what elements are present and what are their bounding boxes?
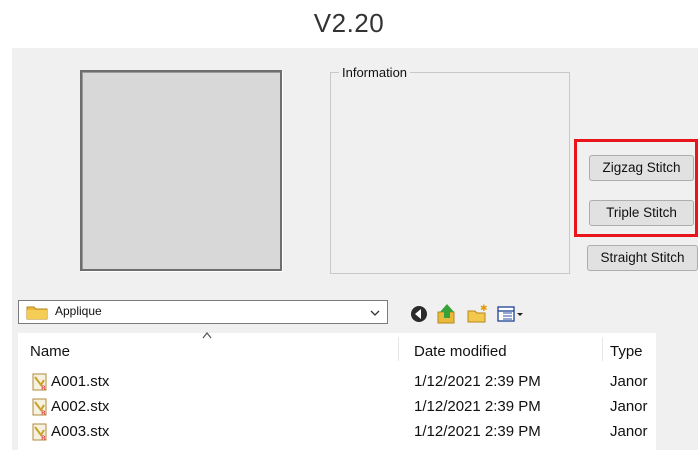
stitch-dialog: Information Zigzag Stitch Triple Stitch … [12,48,698,450]
file-row[interactable]: ʀ A003.stx 1/12/2021 2:39 PM Janor [18,421,656,443]
svg-text:ʀ: ʀ [41,433,46,441]
file-name: A002.stx [51,398,110,415]
information-group: Information [330,65,570,274]
folder-icon [26,306,48,320]
column-header-name[interactable]: Name [30,343,70,360]
file-date: 1/12/2021 2:39 PM [414,373,541,390]
stitch-file-icon: ʀ [32,398,47,416]
stitch-file-icon: ʀ [32,423,47,441]
chevron-down-icon[interactable] [369,307,381,319]
pattern-preview [80,70,282,271]
column-divider[interactable] [602,337,603,361]
straight-stitch-button[interactable]: Straight Stitch [587,245,698,271]
file-type: Janor [610,373,648,390]
new-folder-icon[interactable]: ✱ [466,303,488,325]
folder-name: Applique [55,304,102,318]
column-header-date-modified[interactable]: Date modified [414,343,507,360]
file-row[interactable]: ʀ A002.stx 1/12/2021 2:39 PM Janor [18,396,656,418]
file-date: 1/12/2021 2:39 PM [414,423,541,440]
sort-ascending-icon [202,332,212,339]
file-toolbar: ✱ [408,303,548,325]
triple-stitch-button[interactable]: Triple Stitch [589,200,694,226]
version-label: V2.20 [313,8,385,38]
file-name: A001.stx [51,373,110,390]
file-type: Janor [610,398,648,415]
svg-text:✱: ✱ [480,304,488,314]
stitch-file-icon: ʀ [32,373,47,391]
svg-text:ʀ: ʀ [41,408,46,416]
information-label: Information [339,65,411,80]
file-name: A003.stx [51,423,110,440]
column-header-type[interactable]: Type [610,343,643,360]
file-row[interactable]: ʀ A001.stx 1/12/2021 2:39 PM Janor [18,371,656,393]
file-list: Name Date modified Type ʀ A001.stx 1/12/… [18,332,656,450]
view-menu-icon[interactable] [496,303,528,325]
zigzag-stitch-button[interactable]: Zigzag Stitch [589,155,694,181]
svg-text:ʀ: ʀ [41,383,46,391]
column-divider[interactable] [398,337,399,361]
up-folder-icon[interactable] [436,303,458,325]
back-icon[interactable] [408,303,430,325]
file-date: 1/12/2021 2:39 PM [414,398,541,415]
file-type: Janor [610,423,648,440]
folder-dropdown[interactable]: Applique [18,300,388,324]
